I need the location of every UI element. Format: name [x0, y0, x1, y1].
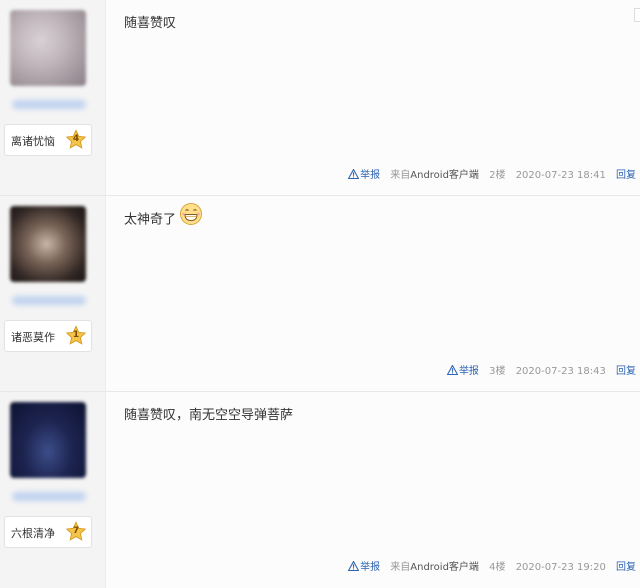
level-star-icon: 4: [65, 129, 87, 151]
post-list: 离诸忧恼 4 随喜赞叹 举报 来自Android客户端 2楼 2020-07-2…: [0, 0, 640, 588]
post-text: 太神奇了: [124, 212, 177, 228]
user-badge[interactable]: 诸恶莫作 1: [4, 320, 92, 352]
avatar[interactable]: [10, 206, 86, 282]
post-floor-2: 离诸忧恼 4 随喜赞叹 举报 来自Android客户端 2楼 2020-07-2…: [0, 0, 640, 196]
user-badge[interactable]: 六根清净 7: [4, 516, 92, 548]
warning-icon: [348, 169, 360, 179]
post-footer: 举报 来自Android客户端 4楼 2020-07-23 19:20 回复: [334, 558, 636, 573]
report-link[interactable]: 举报: [341, 169, 381, 181]
post-content: 随喜赞叹，南无空空导弹菩萨: [124, 408, 294, 423]
reply-link[interactable]: 回复: [616, 366, 636, 377]
floor-number: 4楼: [489, 562, 506, 573]
avatar[interactable]: [10, 10, 86, 86]
warning-icon: [446, 365, 458, 375]
level-star-icon: 7: [65, 521, 87, 543]
source-label: 来自Android客户端: [390, 170, 479, 181]
username-blurred[interactable]: [12, 492, 86, 501]
author-sidebar: 离诸忧恼 4: [0, 0, 106, 195]
level-number: 4: [72, 134, 80, 144]
floor-number: 3楼: [489, 366, 506, 377]
username-blurred[interactable]: [12, 100, 86, 109]
level-number: 7: [72, 526, 80, 536]
badge-title: 离诸忧恼: [11, 135, 55, 148]
source-label: 来自Android客户端: [390, 562, 479, 573]
post-footer: 举报 来自Android客户端 2楼 2020-07-23 18:41 回复: [334, 166, 636, 181]
user-badge[interactable]: 离诸忧恼 4: [4, 124, 92, 156]
reply-link[interactable]: 回复: [616, 562, 636, 573]
post-footer: 举报 3楼 2020-07-23 18:43 回复: [433, 362, 636, 377]
post-content: 太神奇了: [124, 203, 203, 232]
source-app-link[interactable]: Android客户端: [410, 562, 479, 573]
source-prefix: 来自: [390, 562, 411, 573]
post-time: 2020-07-23 18:43: [515, 366, 606, 377]
report-link[interactable]: 举报: [440, 365, 479, 377]
level-star-icon: 1: [65, 325, 87, 347]
report-label: 举报: [360, 562, 381, 573]
post-time: 2020-07-23 19:20: [515, 562, 606, 573]
badge-title: 诸恶莫作: [11, 331, 55, 344]
author-sidebar: 六根清净 7: [0, 392, 106, 588]
grinning-face-icon: [179, 202, 203, 226]
report-label: 举报: [360, 170, 381, 181]
avatar[interactable]: [10, 402, 86, 478]
post-floor-3: 诸恶莫作 1 太神奇了 举报 3楼 2020-07-23 18:43 回复: [0, 196, 640, 392]
report-link[interactable]: 举报: [341, 561, 381, 573]
post-floor-4: 六根清净 7 随喜赞叹，南无空空导弹菩萨 举报 来自Android客户端 4楼 …: [0, 392, 640, 588]
post-content: 随喜赞叹: [124, 16, 177, 31]
reply-link[interactable]: 回复: [616, 170, 636, 181]
report-label: 举报: [458, 366, 479, 377]
badge-title: 六根清净: [11, 527, 55, 540]
more-options[interactable]: [634, 8, 640, 22]
username-blurred[interactable]: [12, 296, 86, 305]
author-sidebar: 诸恶莫作 1: [0, 196, 106, 391]
source-prefix: 来自: [390, 170, 411, 181]
source-app-link[interactable]: Android客户端: [410, 170, 479, 181]
post-time: 2020-07-23 18:41: [515, 170, 606, 181]
warning-icon: [348, 561, 360, 571]
floor-number: 2楼: [489, 170, 506, 181]
level-number: 1: [72, 330, 80, 340]
